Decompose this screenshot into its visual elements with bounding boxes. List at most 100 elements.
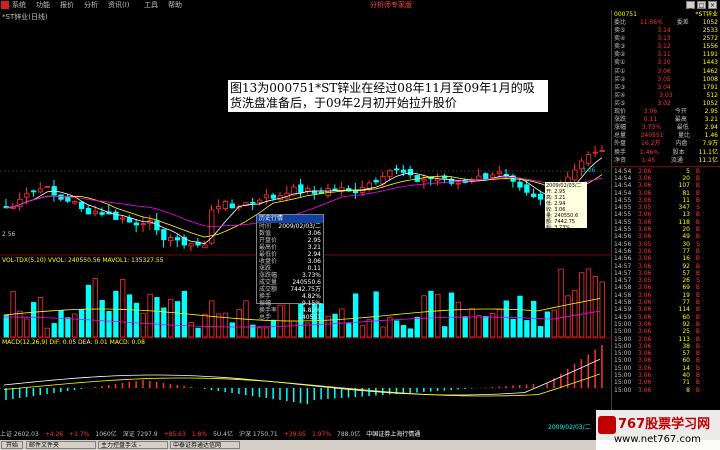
taskbar-item-stock-app[interactable]: 中泰证券通达信网 <box>170 441 240 449</box>
quote-price: 3.12 <box>657 43 671 51</box>
quote-volume: 2.94 <box>704 124 718 132</box>
popup-row-value: 3.06 <box>307 258 321 265</box>
quote-row[interactable]: 外盘 16.2万 内盘 7.9万 <box>612 140 720 148</box>
tick-q: 92 <box>682 262 690 270</box>
tick-s: B <box>695 342 700 350</box>
menu-help[interactable]: 帮助 <box>168 0 182 10</box>
candle-body <box>394 168 400 171</box>
menu-function[interactable]: 功能 <box>36 0 50 10</box>
menu-analysis[interactable]: 分析 <box>84 0 98 10</box>
quote-row[interactable]: 买④ 3.03 512 <box>612 92 720 100</box>
quote-row[interactable]: 卖② 3.11 1191 <box>612 51 720 59</box>
popup-row-value: 9.15% <box>301 300 321 307</box>
tick-t: 14:55 <box>614 204 632 212</box>
quote-header: 000751 *ST锌业 <box>612 10 720 19</box>
watermark-url: www.net767.com <box>614 434 701 445</box>
tick-t: 15:00 <box>614 357 632 365</box>
popup-row: 换手率 4.82% <box>257 307 323 314</box>
quote-label: 买⑤ <box>614 99 626 107</box>
popup-row-key: 最低价 <box>259 251 278 258</box>
quote-row[interactable]: 买① 3.06 1462 <box>612 68 720 76</box>
tick-t: 14:54 <box>614 182 632 190</box>
close-button[interactable]: × <box>708 1 717 9</box>
taskbar-item-doc[interactable]: 主力控盘手法 - <box>98 441 168 449</box>
quote-price: 3.13 <box>657 35 671 43</box>
tick-q: 5 <box>686 167 690 175</box>
tick-q: 8 <box>686 386 690 394</box>
popup-title[interactable]: 历史行情 <box>257 215 323 223</box>
tick-t: 14:57 <box>614 277 632 285</box>
popup-row-key: 涨跌幅 <box>259 272 278 279</box>
tick-t: 15:00 <box>614 386 632 394</box>
annotation-caption: 图13为000751*ST锌业在经过08年11月至09年1月的吸货洗盘准备后，于… <box>228 80 548 112</box>
status-item: +85.63 <box>163 431 186 438</box>
quote-row[interactable]: 卖① 3.10 1443 <box>612 59 720 67</box>
quote-row[interactable]: 买⑤ 3.02 1052 <box>612 100 720 108</box>
menu-news[interactable]: 资讯(I) <box>108 0 130 10</box>
quote-row[interactable]: 买② 3.05 1008 <box>612 76 720 84</box>
status-item: 沪深 1750.71 <box>239 431 278 438</box>
volume-bar <box>352 293 359 338</box>
quote-row[interactable]: 总量 240551 量比 1.46 <box>612 132 720 140</box>
history-quote-popup[interactable]: 历史行情 时间 2009/02/03/二 数值 3.06 开盘价 2.95 最高价 3.21 最… <box>256 214 324 321</box>
tick-row: 14:55 3.06 20 B <box>612 226 720 233</box>
candle-body <box>407 168 414 176</box>
quote-row[interactable]: 净资 1.45 流通 11.1亿 <box>612 157 720 165</box>
menu-quote[interactable]: 报价 <box>60 0 74 10</box>
quote-price: 3.14 <box>657 27 671 35</box>
candle-body <box>270 194 277 199</box>
quote-row[interactable]: 委比 11.56% 委差 1052 <box>612 19 720 27</box>
quote-price: 3.03 <box>659 91 673 99</box>
quote-volume: 2572 <box>702 35 718 43</box>
tick-p: 3.06 <box>638 350 652 358</box>
tick-p: 3.05 <box>638 277 652 285</box>
start-button[interactable]: 开始 <box>1 441 23 449</box>
quote-row[interactable]: 现价 3.06 今开 2.95 <box>612 108 720 116</box>
quote-row[interactable]: 卖⑤ 3.14 2533 <box>612 27 720 35</box>
candle-body <box>99 212 105 215</box>
popup-row: 成交量 240550.6 <box>257 279 323 286</box>
quote-row[interactable]: 换手 1.46% 股本 11.1亿 <box>612 149 720 157</box>
quote-label: 涨跌 <box>614 116 627 124</box>
popup-row-value: 0.11 <box>307 265 321 272</box>
quote-row[interactable]: 涨跌 0.11 最高 3.21 <box>612 116 720 124</box>
quote-label-2: 流通 <box>670 156 683 164</box>
menu-tools[interactable]: 工具 <box>144 0 158 10</box>
tick-row: 15:00 3.06 8 B <box>612 387 720 394</box>
quote-row[interactable]: 卖④ 3.13 2572 <box>612 35 720 43</box>
volume-bar <box>524 320 530 338</box>
status-item: +4.26 <box>44 431 64 438</box>
quote-volume: 1191 <box>702 51 718 59</box>
tick-p: 3.06 <box>638 182 652 190</box>
quote-row[interactable]: 卖③ 3.12 1556 <box>612 43 720 51</box>
quote-row[interactable]: 买③ 3.04 1791 <box>612 84 720 92</box>
candle-body <box>421 178 427 182</box>
quote-volume: 1556 <box>702 43 718 51</box>
menu-system[interactable]: 系统 <box>12 0 26 10</box>
popup-row: 涨跌 0.11 <box>257 265 323 272</box>
tick-t: 14:59 <box>614 313 632 321</box>
minimize-button[interactable]: _ <box>686 1 695 9</box>
popup-row-value: 240551 <box>298 314 321 321</box>
tick-t: 14:58 <box>614 284 632 292</box>
volume-bar <box>51 323 57 338</box>
tick-q: 92 <box>682 320 690 328</box>
tick-q: 49 <box>682 233 690 241</box>
candle-body <box>188 243 194 247</box>
popup-row-value: 4.82% <box>301 307 321 314</box>
tick-q: 77 <box>682 247 690 255</box>
taskbar-item-mail[interactable]: 邮件文件夹 <box>26 441 96 449</box>
tick-s: B <box>695 262 700 270</box>
volume-bar <box>517 295 523 338</box>
quote-label: 卖⑤ <box>614 27 626 35</box>
candle-body <box>332 188 338 191</box>
candle-body <box>78 201 85 209</box>
quote-row[interactable]: 涨幅 3.73% 最低 2.94 <box>612 124 720 132</box>
tick-row: 15:00 3.06 38 B <box>612 343 720 350</box>
maximize-button[interactable]: □ <box>697 1 706 9</box>
volume-bar <box>585 268 592 338</box>
tick-s: B <box>695 269 700 277</box>
tick-s: B <box>695 182 700 190</box>
quote-price: 3.06 <box>657 67 671 75</box>
candle-body <box>304 188 311 192</box>
